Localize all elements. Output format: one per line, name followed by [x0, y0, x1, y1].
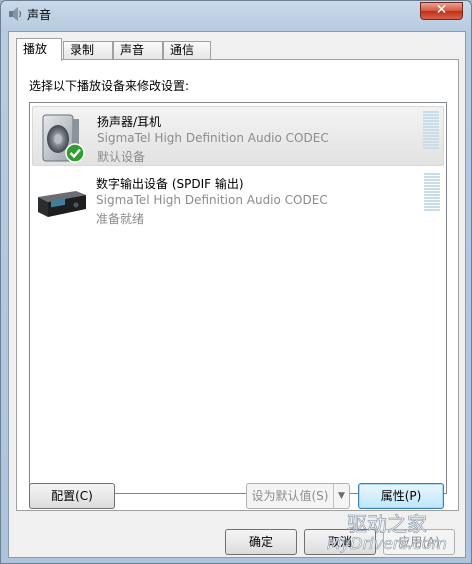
device-driver: SigmaTel High Definition Audio CODEC: [96, 193, 328, 207]
chevron-down-icon[interactable]: ▼: [333, 484, 349, 508]
volume-level-meter: [423, 111, 439, 151]
window-title: 声音: [27, 8, 52, 22]
speaker-icon: [42, 114, 85, 163]
set-default-button[interactable]: 设为默认值(S) ▼: [246, 483, 350, 509]
set-default-label: 设为默认值(S): [251, 489, 329, 503]
device-name: 扬声器/耳机: [97, 115, 162, 129]
sound-dialog: 声音 ✕ 播放 录制 声音 通信 选择以下播放设备来修改设置: 扬声器/耳机 S…: [0, 0, 472, 564]
properties-button[interactable]: 属性(P): [358, 483, 444, 509]
watermark-url: MyDrivers.com: [327, 534, 447, 553]
tab-playback[interactable]: 播放: [16, 38, 62, 61]
dialog-client-area: 播放 录制 声音 通信 选择以下播放设备来修改设置: 扬声器/耳机 SigmaT…: [8, 31, 466, 558]
tab-communications[interactable]: 通信: [163, 41, 211, 60]
speaker-app-icon: [9, 7, 22, 21]
device-status: 准备就绪: [96, 212, 145, 226]
ok-button[interactable]: 确定: [225, 529, 297, 555]
tab-sounds[interactable]: 声音: [113, 41, 163, 60]
device-status: 默认设备: [97, 150, 146, 164]
device-item-speakers[interactable]: 扬声器/耳机 SigmaTel High Definition Audio CO…: [32, 106, 444, 166]
device-list[interactable]: 扬声器/耳机 SigmaTel High Definition Audio CO…: [29, 102, 447, 494]
close-button[interactable]: ✕: [420, 2, 463, 20]
playback-panel: 选择以下播放设备来修改设置: 扬声器/耳机 SigmaTel High Defi…: [16, 59, 459, 511]
watermark-text: 驱动之家: [347, 513, 427, 536]
instruction-text: 选择以下播放设备来修改设置:: [29, 79, 190, 93]
device-driver: SigmaTel High Definition Audio CODEC: [97, 131, 329, 145]
configure-button[interactable]: 配置(C): [29, 483, 115, 509]
device-name: 数字输出设备 (SPDIF 输出): [96, 177, 244, 191]
volume-level-meter: [424, 173, 440, 213]
title-bar: 声音 ✕: [1, 1, 471, 27]
device-item-digital-output[interactable]: 数字输出设备 (SPDIF 输出) SigmaTel High Definiti…: [32, 169, 444, 229]
digital-output-icon: [38, 191, 86, 217]
watermark-logo: 驱动之家 MyDrivers.com: [327, 513, 448, 553]
tab-recording[interactable]: 录制: [63, 41, 113, 60]
